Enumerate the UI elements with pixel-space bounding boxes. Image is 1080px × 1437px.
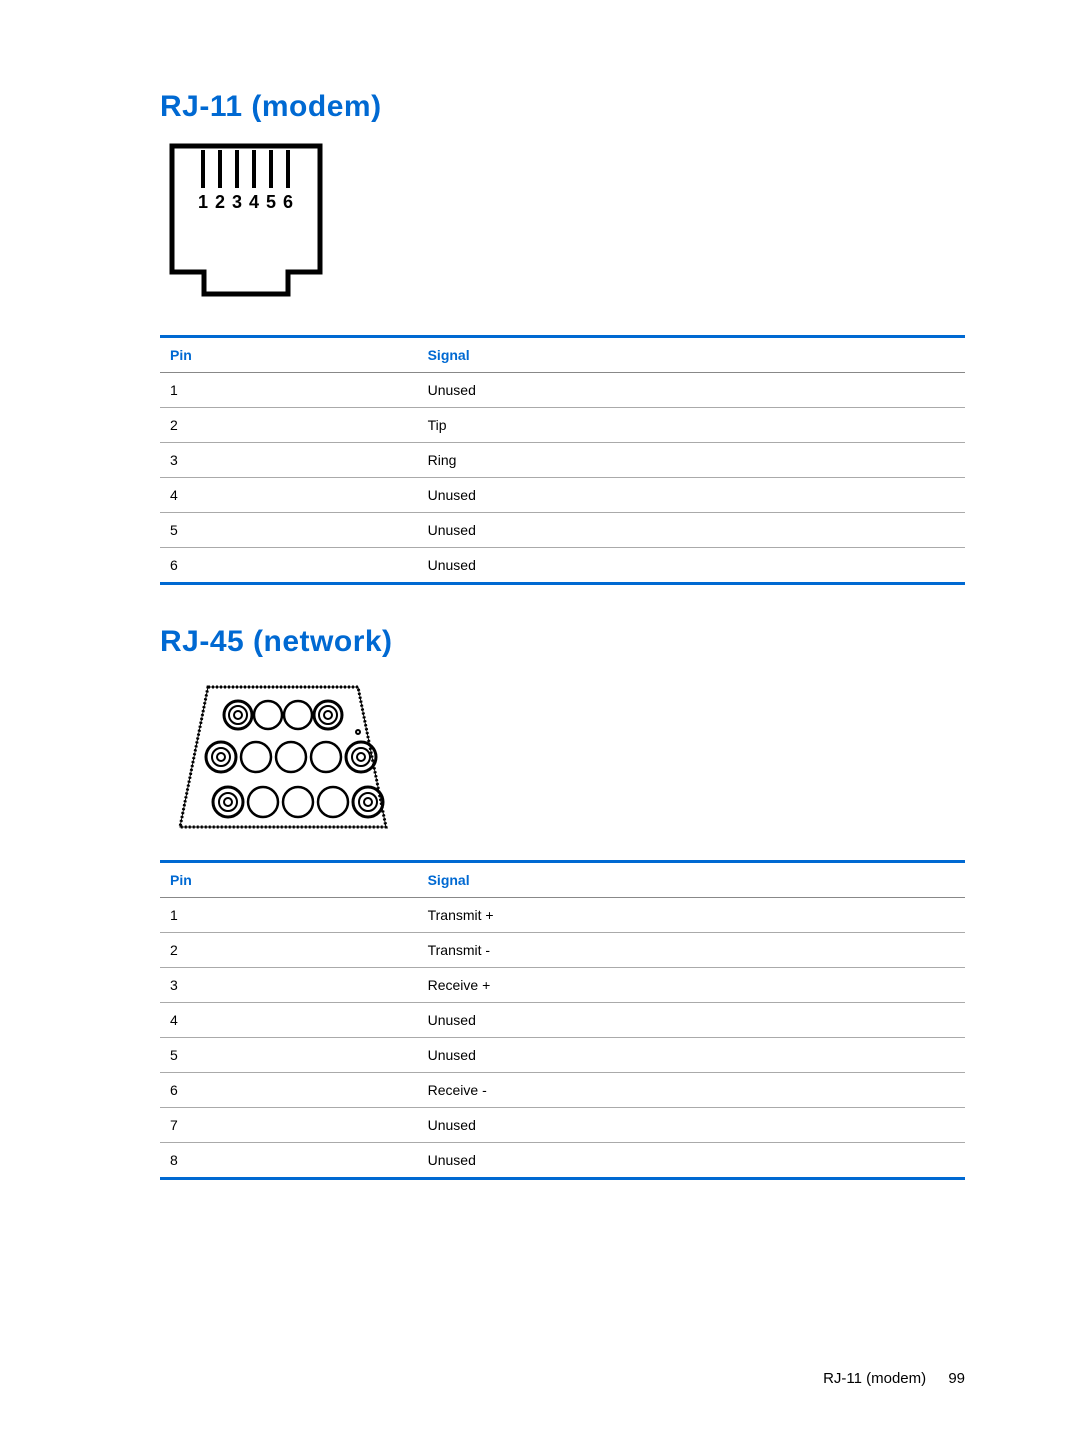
cell-signal: Unused: [418, 548, 965, 584]
rj11-pin-label: 3: [232, 192, 242, 212]
footer-page-number: 99: [948, 1370, 965, 1387]
rj11-pin-label: 2: [215, 192, 225, 212]
rj11-connector-diagram: 1 2 3 4 5 6: [168, 142, 965, 317]
cell-signal: Unused: [418, 1143, 965, 1179]
cell-pin: 6: [160, 548, 418, 584]
cell-signal: Receive -: [418, 1073, 965, 1108]
table-row: 8Unused: [160, 1143, 965, 1179]
cell-signal: Unused: [418, 1108, 965, 1143]
section-heading-rj45: RJ-45 (network): [160, 625, 965, 659]
table-row: 7Unused: [160, 1108, 965, 1143]
column-header-signal: Signal: [418, 862, 965, 898]
table-row: 6Receive -: [160, 1073, 965, 1108]
cell-signal: Unused: [418, 1003, 965, 1038]
cell-pin: 3: [160, 443, 418, 478]
cell-signal: Unused: [418, 373, 965, 408]
rj11-connector-icon: 1 2 3 4 5 6: [168, 142, 324, 312]
cell-pin: 5: [160, 1038, 418, 1073]
table-header-row: Pin Signal: [160, 862, 965, 898]
cell-signal: Unused: [418, 1038, 965, 1073]
cell-pin: 1: [160, 373, 418, 408]
cell-signal: Receive +: [418, 968, 965, 1003]
cell-signal: Unused: [418, 513, 965, 548]
page-content: RJ-11 (modem) 1 2 3 4 5 6: [0, 0, 1080, 1437]
rj45-pinout-table: Pin Signal 1Transmit + 2Transmit - 3Rece…: [160, 860, 965, 1180]
cell-pin: 2: [160, 408, 418, 443]
cell-pin: 7: [160, 1108, 418, 1143]
column-header-pin: Pin: [160, 337, 418, 373]
cell-pin: 5: [160, 513, 418, 548]
table-row: 1Unused: [160, 373, 965, 408]
cell-signal: Transmit -: [418, 933, 965, 968]
page-footer: RJ-11 (modem) 99: [823, 1370, 965, 1387]
table-row: 2Tip: [160, 408, 965, 443]
table-row: 5Unused: [160, 513, 965, 548]
table-row: 3Receive +: [160, 968, 965, 1003]
rj11-pinout-table: Pin Signal 1Unused 2Tip 3Ring 4Unused 5U…: [160, 335, 965, 585]
cell-pin: 1: [160, 898, 418, 933]
column-header-pin: Pin: [160, 862, 418, 898]
rj45-connector-icon: [168, 677, 398, 837]
cell-pin: 6: [160, 1073, 418, 1108]
rj11-pin-label: 4: [249, 192, 259, 212]
table-row: 2Transmit -: [160, 933, 965, 968]
footer-section-label: RJ-11 (modem): [823, 1370, 926, 1387]
column-header-signal: Signal: [418, 337, 965, 373]
cell-signal: Ring: [418, 443, 965, 478]
table-row: 4Unused: [160, 478, 965, 513]
cell-pin: 3: [160, 968, 418, 1003]
rj11-pin-label: 1: [198, 192, 208, 212]
cell-pin: 2: [160, 933, 418, 968]
cell-pin: 4: [160, 478, 418, 513]
cell-signal: Transmit +: [418, 898, 965, 933]
cell-pin: 8: [160, 1143, 418, 1179]
section-heading-rj11: RJ-11 (modem): [160, 90, 965, 124]
cell-signal: Tip: [418, 408, 965, 443]
cell-pin: 4: [160, 1003, 418, 1038]
table-header-row: Pin Signal: [160, 337, 965, 373]
table-row: 4Unused: [160, 1003, 965, 1038]
table-row: 3Ring: [160, 443, 965, 478]
table-row: 5Unused: [160, 1038, 965, 1073]
rj11-pin-label: 6: [283, 192, 293, 212]
rj45-connector-diagram: [168, 677, 965, 842]
rj11-pin-label: 5: [266, 192, 276, 212]
table-row: 6Unused: [160, 548, 965, 584]
cell-signal: Unused: [418, 478, 965, 513]
table-row: 1Transmit +: [160, 898, 965, 933]
